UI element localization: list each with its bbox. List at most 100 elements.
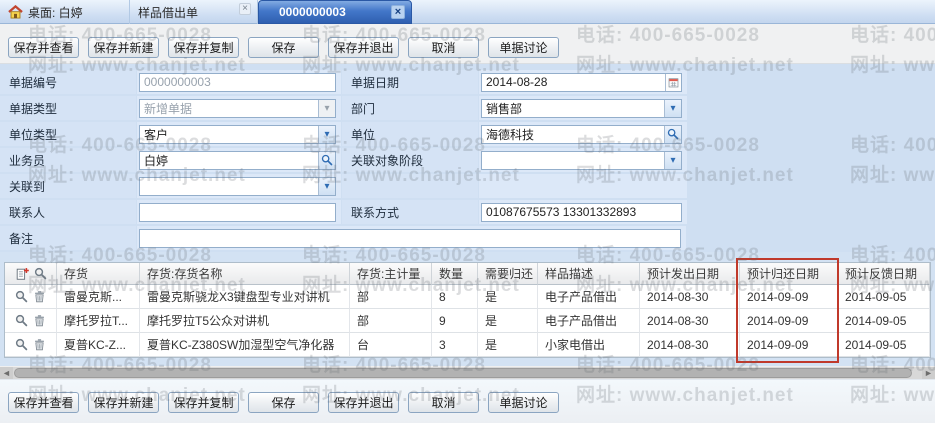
unit-input[interactable] bbox=[482, 125, 664, 143]
toolbar-buttons: 保存并查看 保存并新建 保存并复制 保存 保存并退出 取消 单据讨论 bbox=[8, 37, 559, 58]
search-icon[interactable] bbox=[34, 267, 47, 280]
toolbar-button[interactable]: 单据讨论 bbox=[488, 392, 559, 413]
page: 桌面: 白婷 样品借出单 × 0000000003 × 保存并查看 保存并新建 保存并复制保… bbox=[0, 0, 935, 423]
column-header[interactable]: 存货:主计量 bbox=[350, 263, 432, 285]
tab-label: 样品借出单 bbox=[138, 5, 199, 20]
tab-3[interactable]: 0000000003 × bbox=[258, 0, 412, 24]
contact-info-label: 联系方式 bbox=[342, 200, 478, 224]
items-table: 存货 存货:存货名称 存货:主计量 数量 需要归还 样品描述 预计发出日期 预计归还日期 预计反… bbox=[4, 262, 931, 358]
remark-input[interactable] bbox=[140, 229, 680, 247]
column-header[interactable]: 存货 bbox=[57, 263, 140, 285]
tab-1[interactable]: 桌面: 白婷 bbox=[0, 0, 130, 24]
search-icon[interactable] bbox=[318, 151, 335, 169]
row-delete-icon[interactable] bbox=[33, 290, 46, 303]
chevron-down-icon[interactable]: ▾ bbox=[664, 99, 681, 117]
cell: 是 bbox=[478, 333, 538, 357]
cell: 2014-09-09 bbox=[740, 333, 838, 357]
scroll-right-arrow-icon[interactable]: ► bbox=[922, 367, 935, 379]
cell: 2014-09-05 bbox=[838, 285, 930, 309]
form-row: 业务员 关联对象阶段 ▾ bbox=[0, 148, 935, 172]
tab-label: 桌面: 白婷 bbox=[28, 5, 83, 20]
department-field: ▾ bbox=[479, 96, 687, 120]
toolbar-button[interactable]: 保存并退出 bbox=[328, 392, 399, 413]
toolbar-button[interactable]: 保存并退出 bbox=[328, 37, 399, 58]
chevron-down-icon[interactable]: ▾ bbox=[318, 125, 335, 143]
table-row: 雷曼克斯... 雷曼克斯骁龙X3键盘型专业对讲机部 8 是电子产品借出 2014-08-… bbox=[5, 285, 930, 309]
toolbar-buttons: 保存并查看 保存并新建 保存并复制 保存 保存并退出 取消 单据讨论 bbox=[8, 392, 559, 413]
toolbar-button[interactable]: 单据讨论 bbox=[488, 37, 559, 58]
table-region: 存货 存货:存货名称 存货:主计量 数量 需要归还 样品描述 预计发出日期 预计归还日期 预计反… bbox=[0, 252, 935, 366]
toolbar-button[interactable]: 保存并新建 bbox=[88, 37, 159, 58]
toolbar-button[interactable]: 保存并查看 bbox=[8, 392, 79, 413]
unit-field bbox=[479, 122, 687, 146]
department-input[interactable] bbox=[482, 99, 664, 117]
cell: 2014-08-30 bbox=[640, 285, 740, 309]
toolbar-button[interactable]: 保存并复制 bbox=[168, 392, 239, 413]
toolbar-button[interactable]: 保存并新建 bbox=[88, 392, 159, 413]
close-icon[interactable]: × bbox=[391, 5, 405, 19]
doc-date-input[interactable] bbox=[482, 73, 665, 91]
cell: 雷曼克斯骁龙X3键盘型专业对讲机 bbox=[140, 285, 350, 309]
add-row-icon[interactable] bbox=[15, 267, 29, 281]
contact-input[interactable] bbox=[140, 203, 335, 221]
top-toolbar: 保存并查看 保存并新建 保存并复制 保存 保存并退出 取消 单据讨论 bbox=[0, 24, 935, 64]
toolbar-button[interactable]: 取消 bbox=[408, 37, 479, 58]
search-icon[interactable] bbox=[664, 125, 681, 143]
toolbar-button[interactable]: 保存 bbox=[248, 37, 319, 58]
row-delete-icon[interactable] bbox=[33, 338, 46, 351]
form-row: 单位类型 ▾ 单位 bbox=[0, 122, 935, 146]
contact-info-field bbox=[479, 200, 687, 224]
related-stage-field: ▾ bbox=[479, 148, 687, 172]
doc-date-label: 单据日期 bbox=[342, 70, 478, 94]
doc-type-input[interactable] bbox=[140, 99, 318, 117]
chevron-down-icon[interactable]: ▾ bbox=[318, 177, 335, 195]
column-header[interactable]: 需要归还 bbox=[478, 263, 538, 285]
chevron-down-icon[interactable]: ▾ bbox=[664, 151, 681, 169]
row-search-icon[interactable] bbox=[15, 290, 28, 303]
related-stage-input[interactable] bbox=[482, 151, 664, 169]
column-header[interactable]: 数量 bbox=[432, 263, 478, 285]
row-search-icon[interactable] bbox=[15, 314, 28, 327]
row-actions bbox=[5, 309, 57, 333]
related-to-input[interactable] bbox=[140, 177, 318, 195]
scroll-left-arrow-icon[interactable]: ◄ bbox=[0, 367, 13, 379]
cell: 部 bbox=[350, 285, 432, 309]
column-header[interactable]: 样品描述 bbox=[538, 263, 640, 285]
column-header[interactable]: 预计反馈日期 bbox=[838, 263, 930, 285]
column-header[interactable]: 存货:存货名称 bbox=[140, 263, 350, 285]
empty-field-cell bbox=[479, 174, 687, 198]
form-region: 单据编号 单据日期 单据类型 ▾ 部门 bbox=[0, 64, 935, 252]
contact-info-input[interactable] bbox=[482, 203, 681, 221]
calendar-icon[interactable] bbox=[665, 73, 681, 91]
cell: 2014-09-09 bbox=[740, 309, 838, 333]
toolbar-button[interactable]: 保存并复制 bbox=[168, 37, 239, 58]
tab-2[interactable]: 样品借出单 × bbox=[130, 0, 258, 24]
form-row: 单据类型 ▾ 部门 ▾ bbox=[0, 96, 935, 120]
unit-type-input[interactable] bbox=[140, 125, 318, 143]
salesman-input[interactable] bbox=[140, 151, 318, 169]
column-header[interactable]: 预计归还日期 bbox=[740, 263, 838, 285]
close-icon[interactable]: × bbox=[239, 3, 251, 15]
home-icon bbox=[8, 5, 23, 19]
row-delete-icon[interactable] bbox=[33, 314, 46, 327]
toolbar-button[interactable]: 保存并查看 bbox=[8, 37, 79, 58]
toolbar-button[interactable]: 取消 bbox=[408, 392, 479, 413]
department-label: 部门 bbox=[342, 96, 478, 120]
row-search-icon[interactable] bbox=[15, 338, 28, 351]
salesman-label: 业务员 bbox=[0, 148, 136, 172]
cell: 9 bbox=[432, 309, 478, 333]
doc-no-input[interactable] bbox=[140, 73, 335, 91]
form-row: 备注 bbox=[0, 226, 935, 250]
toolbar-button[interactable]: 保存 bbox=[248, 392, 319, 413]
table-row: 夏普KC-Z... 夏普KC-Z380SW加湿型空气净化器台 3 是小家电借出 2014… bbox=[5, 333, 930, 357]
doc-no-label: 单据编号 bbox=[0, 70, 136, 94]
row-actions bbox=[5, 285, 57, 309]
horizontal-scrollbar[interactable]: ◄ ► bbox=[0, 366, 935, 379]
cell: 电子产品借出 bbox=[538, 285, 640, 309]
cell: 夏普KC-Z380SW加湿型空气净化器 bbox=[140, 333, 350, 357]
column-header[interactable]: 预计发出日期 bbox=[640, 263, 740, 285]
scrollbar-thumb[interactable] bbox=[14, 368, 912, 378]
chevron-down-icon[interactable]: ▾ bbox=[318, 99, 335, 117]
cell: 夏普KC-Z... bbox=[57, 333, 140, 357]
salesman-field bbox=[137, 148, 341, 172]
